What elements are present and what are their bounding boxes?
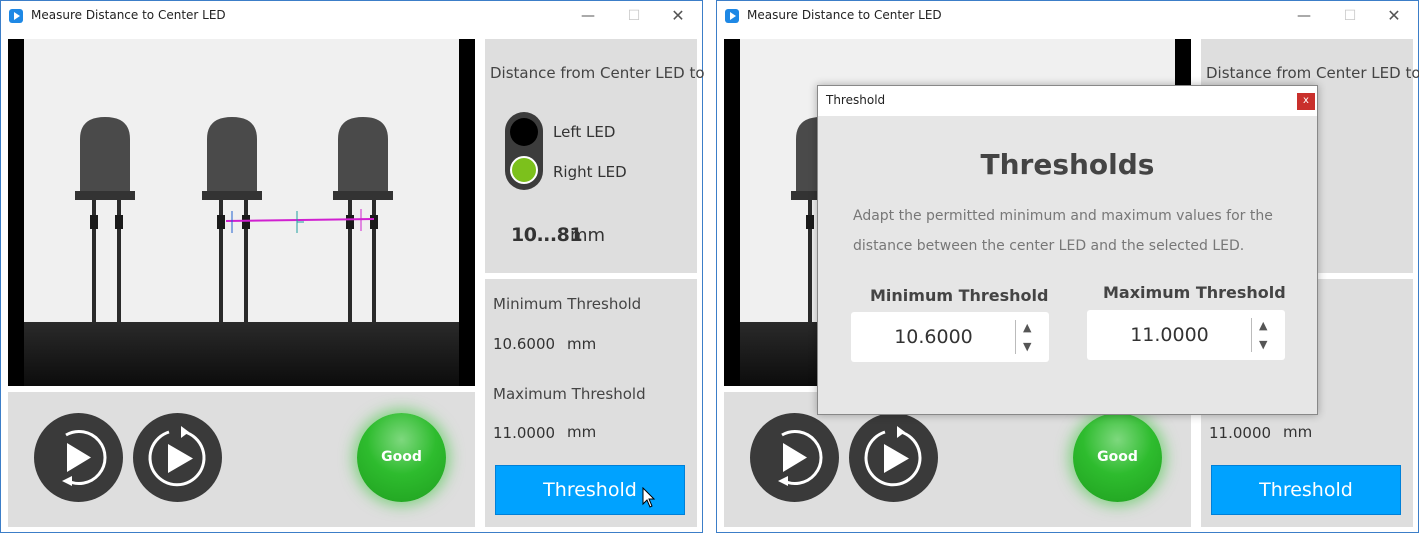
right-led-radio[interactable] (510, 156, 538, 184)
app-icon (9, 9, 23, 23)
main-window: Measure Distance to Center LED — ☐ ✕ Goo… (0, 0, 705, 533)
title-bar[interactable]: Measure Distance to Center LED — ☐ ✕ (717, 1, 1418, 32)
max-threshold-unit: mm (1283, 423, 1313, 441)
threshold-panel: Minimum Threshold 10.6000 mm Maximum Thr… (485, 279, 697, 527)
left-led-label[interactable]: Left LED (553, 123, 615, 141)
decrement-icon[interactable]: ▼ (1259, 338, 1267, 351)
distance-label: Distance from Center LED to (490, 64, 705, 82)
threshold-dialog: Threshold x Thresholds Adapt the permitt… (817, 85, 1318, 415)
max-threshold-unit: mm (567, 423, 597, 441)
threshold-button[interactable]: Threshold (495, 465, 685, 515)
increment-icon[interactable]: ▲ (1259, 319, 1267, 332)
max-threshold-label: Maximum Threshold (493, 385, 646, 403)
increment-icon[interactable]: ▲ (1023, 321, 1031, 334)
play-repeat-icon (62, 430, 107, 486)
dialog-title-bar[interactable]: Threshold x (818, 86, 1317, 116)
dialog-description: Adapt the permitted minimum and maximum … (853, 208, 1273, 254)
status-indicator: Good (357, 413, 446, 502)
play-loop-icon (148, 426, 206, 487)
distance-label: Distance from Center LED to (1206, 64, 1419, 82)
min-threshold-label: Minimum Threshold (493, 295, 642, 313)
threshold-button[interactable]: Threshold (1211, 465, 1401, 515)
camera-image (8, 39, 475, 386)
mouse-cursor-icon (642, 487, 656, 508)
minimize-button[interactable]: — (1286, 5, 1322, 27)
title-bar[interactable]: Measure Distance to Center LED — ☐ ✕ (1, 1, 702, 32)
max-threshold-value: 11.0000 (1209, 424, 1272, 442)
distance-panel: Distance from Center LED to Left LED Rig… (485, 39, 705, 273)
max-threshold-label: Maximum Threshold (1103, 283, 1286, 302)
min-threshold-unit: mm (567, 335, 597, 353)
distance-unit: mm (570, 225, 606, 246)
maximize-button[interactable]: ☐ (1332, 5, 1368, 27)
close-button[interactable]: ✕ (1376, 5, 1412, 27)
play-repeat-icon (778, 430, 823, 486)
min-threshold-stepper[interactable]: 10.6000 ▲ ▼ (851, 312, 1049, 362)
minimize-button[interactable]: — (570, 5, 606, 27)
maximize-button[interactable]: ☐ (616, 5, 652, 27)
dialog-title: Threshold (826, 93, 886, 107)
max-threshold-input[interactable]: 11.0000 (1087, 324, 1252, 346)
min-threshold-input[interactable]: 10.6000 (851, 326, 1016, 348)
dialog-heading: Thresholds (980, 148, 1155, 181)
window-title: Measure Distance to Center LED (747, 8, 942, 22)
window-title: Measure Distance to Center LED (31, 8, 226, 22)
stepper-divider (1251, 318, 1252, 352)
min-threshold-value: 10.6000 (493, 335, 556, 353)
max-threshold-value: 11.0000 (493, 424, 556, 442)
control-panel: Good (8, 392, 475, 527)
close-button[interactable]: ✕ (660, 5, 696, 27)
play-loop-icon (864, 426, 922, 487)
play-repeat-button[interactable] (750, 413, 839, 502)
play-loop-button[interactable] (849, 413, 938, 502)
led-toggle[interactable] (505, 112, 543, 190)
min-threshold-label: Minimum Threshold (870, 286, 1049, 305)
left-led-radio[interactable] (510, 118, 538, 146)
play-repeat-button[interactable] (34, 413, 123, 502)
stepper-divider (1015, 320, 1016, 354)
status-indicator: Good (1073, 413, 1162, 502)
play-loop-button[interactable] (133, 413, 222, 502)
dialog-close-button[interactable]: x (1297, 93, 1315, 110)
max-threshold-stepper[interactable]: 11.0000 ▲ ▼ (1087, 310, 1285, 360)
decrement-icon[interactable]: ▼ (1023, 340, 1031, 353)
right-led-label[interactable]: Right LED (553, 163, 627, 181)
app-icon (725, 9, 739, 23)
